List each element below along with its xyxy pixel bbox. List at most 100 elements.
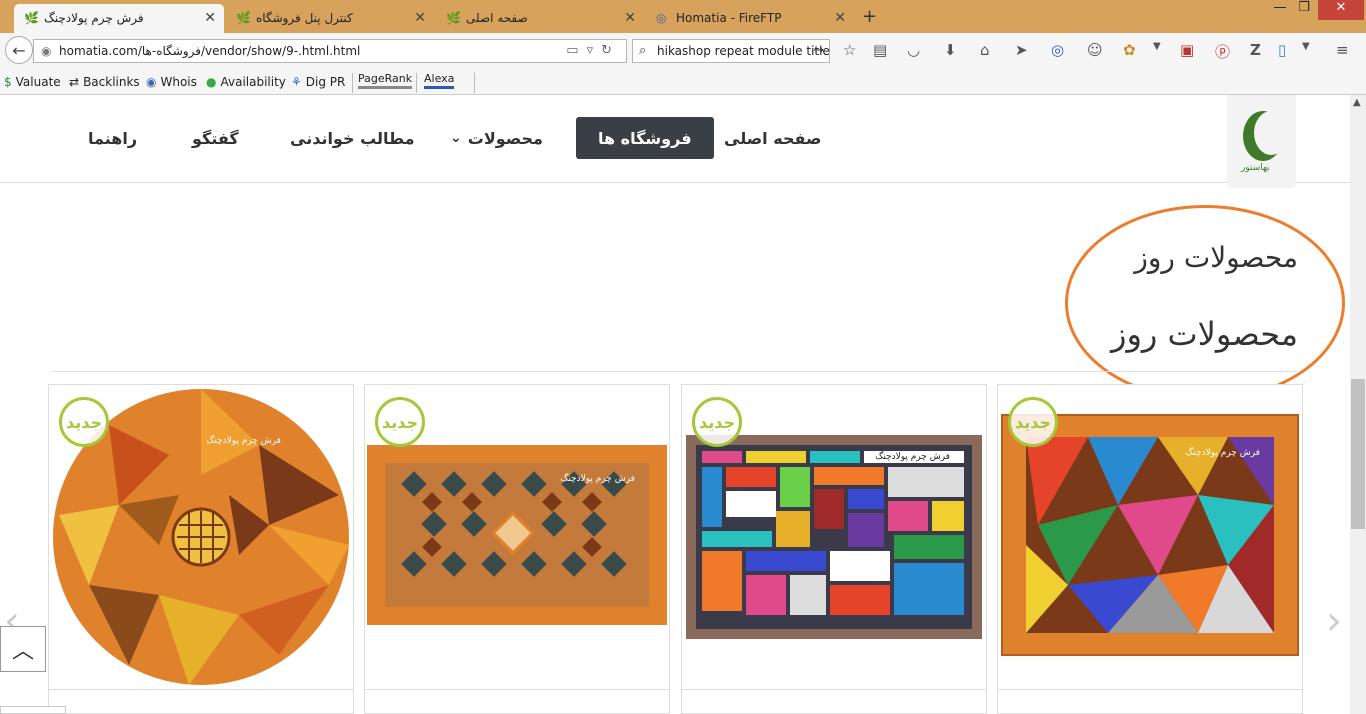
close-window-button[interactable]: ✕ (1318, 0, 1364, 20)
alexa-widget[interactable]: Alexa (424, 72, 455, 89)
chevron-down-icon: ⌄ (450, 130, 462, 146)
close-tab-icon[interactable]: ✕ (834, 10, 846, 26)
addon-icon[interactable]: ▣ (1180, 41, 1194, 59)
tab-control-panel[interactable]: 🌿 کنترل پنل فروشگاه ✕ (226, 4, 434, 33)
search-green-icon: ● (206, 75, 217, 89)
chevron-up-icon: ︿ (11, 639, 34, 664)
product-card[interactable]: جدید فرش چرم پولادچنگ (48, 384, 354, 714)
logo-text: بهاستور (1241, 163, 1270, 173)
fireftp-icon[interactable]: ◎ (1051, 41, 1064, 59)
reader-view-icon[interactable]: ▭ (566, 43, 586, 58)
carousel-next-arrow-icon[interactable]: › (1326, 598, 1342, 644)
bookmark-availability[interactable]: ● Availability (206, 75, 286, 89)
tab-active[interactable]: 🌿 فرش چرم پولادچنگ ✕ (14, 4, 224, 33)
menu-chat[interactable]: گفتگو (170, 117, 261, 159)
bookmark-label: Backlinks (83, 75, 140, 89)
bookmark-separator (352, 73, 353, 93)
bookmark-separator (474, 73, 475, 93)
close-tab-icon[interactable]: ✕ (204, 10, 216, 26)
globe-icon: ◉ (146, 75, 157, 89)
bookmark-separator (416, 73, 417, 93)
tab-title: کنترل پنل فروشگاه (256, 11, 353, 25)
tab-home[interactable]: 🌿 صفحه اصلی ✕ (436, 4, 644, 33)
search-icon: ⌕ (639, 43, 647, 58)
hamburger-menu-icon[interactable]: ≡ (1336, 41, 1349, 59)
bookmark-dig-pr[interactable]: ⚘ Dig PR (291, 75, 345, 89)
tab-title: فرش چرم پولادچنگ (44, 11, 144, 25)
bookmark-whois[interactable]: ◉ Whois (146, 75, 197, 89)
tab-fireftp[interactable]: ◎ Homatia - FireFTP ✕ (646, 4, 854, 33)
card-footer-divider (365, 689, 669, 690)
zotero-icon[interactable]: Z (1250, 41, 1261, 59)
new-badge: جدید (375, 397, 425, 447)
rug-watermark: فرش چرم پولادچنگ (206, 434, 281, 446)
bookmark-star-icon[interactable]: ☆ (843, 41, 856, 59)
url-actions: ▭▿↻ (566, 43, 620, 58)
web-page: بهاستور صفحه اصلی فروشگاه ها محصولات ⌄ مط… (0, 95, 1350, 714)
rug-watermark: فرش چرم پولادچنگ (875, 450, 950, 462)
bookmark-backlinks[interactable]: ⇄ Backlinks (69, 75, 140, 89)
leaf-favicon-icon: 🌿 (24, 11, 39, 25)
scroll-to-top-button[interactable]: ︿ (0, 626, 46, 672)
rug-watermark: فرش چرم پولادچنگ (1185, 446, 1260, 458)
scrollbar-thumb[interactable] (1351, 379, 1365, 529)
product-card[interactable]: جدید فرش چرم پولادچنگ (364, 384, 670, 714)
product-card[interactable]: جدید فرش چرم پولادچنگ (997, 384, 1303, 714)
url-text[interactable]: homatia.com/فروشگاه-ها/vendor/show/9-.ht… (59, 44, 360, 58)
url-bar[interactable]: ◉ homatia.com/فروشگاه-ها/vendor/show/9-.… (33, 39, 627, 63)
menu-articles[interactable]: مطالب خواندنی (268, 117, 437, 159)
page-icon[interactable]: ▯ (1278, 41, 1286, 59)
scroll-up-arrow-icon[interactable]: ▲ (1353, 97, 1361, 108)
bookmarks-toolbar (0, 69, 1366, 95)
dropdown-arrow-icon[interactable]: ▿ (587, 43, 602, 58)
vertical-scrollbar[interactable]: ▲ (1350, 95, 1366, 714)
menu-label: راهنما (88, 128, 138, 148)
page-menu-icon[interactable]: ▼ (1302, 41, 1310, 52)
rug-watermark: فرش چرم پولادچنگ (560, 472, 635, 484)
reload-icon[interactable]: ↻ (601, 43, 620, 58)
send-icon[interactable]: ➤ (1015, 41, 1028, 59)
back-arrow-icon: ← (12, 40, 26, 60)
dollar-icon: $ (4, 75, 12, 89)
globe-icon: ◉ (41, 44, 52, 58)
bookmark-label: Whois (160, 75, 197, 89)
pocket-icon[interactable]: ◡ (907, 41, 920, 59)
new-badge: جدید (59, 397, 109, 447)
search-go-icon[interactable]: → (813, 43, 824, 58)
search-input[interactable]: hikashop repeat module title (657, 44, 830, 58)
menu-products[interactable]: محصولات ⌄ (428, 117, 565, 159)
leaf-favicon-icon: 🌿 (236, 11, 251, 25)
exchange-icon: ⇄ (69, 75, 80, 89)
tab-title: صفحه اصلی (466, 11, 528, 25)
menu-home[interactable]: صفحه اصلی (702, 117, 843, 159)
back-button[interactable]: ← (5, 36, 33, 64)
bookmark-label: Dig PR (305, 75, 346, 89)
product-card[interactable]: جدید فرش چرم پولادچنگ (681, 384, 987, 714)
home-icon[interactable]: ⌂ (980, 41, 990, 59)
menu-label: مطالب خواندنی (290, 128, 415, 148)
card-footer-divider (49, 689, 353, 690)
logo-crescent-shape (1254, 111, 1288, 155)
pinterest-icon[interactable]: ⓟ (1215, 41, 1230, 62)
card-footer-divider (682, 689, 986, 690)
search-bar[interactable]: ⌕ hikashop repeat module title → (632, 39, 830, 63)
bookmark-valuate[interactable]: $ Valuate (4, 75, 61, 89)
restore-button[interactable]: ❐ (1292, 0, 1316, 20)
bookmarks-list-icon[interactable]: ▤ (873, 41, 887, 59)
site-logo[interactable]: بهاستور (1227, 95, 1296, 188)
close-tab-icon[interactable]: ✕ (414, 10, 426, 26)
status-bar (0, 706, 66, 714)
new-badge: جدید (692, 397, 742, 447)
pagerank-widget[interactable]: PageRank (358, 72, 413, 89)
extension-icon[interactable]: ✿ (1123, 41, 1136, 59)
minimize-button[interactable]: — (1268, 0, 1292, 20)
extension-menu-icon[interactable]: ▼ (1153, 41, 1161, 52)
close-tab-icon[interactable]: ✕ (624, 10, 636, 26)
menu-help[interactable]: راهنما (66, 117, 159, 159)
new-tab-button[interactable]: + (862, 6, 877, 27)
menu-label: فروشگاه ها (598, 128, 692, 148)
menu-stores[interactable]: فروشگاه ها (576, 117, 714, 159)
download-icon[interactable]: ⬇ (944, 41, 957, 59)
chat-icon[interactable]: ☺ (1087, 41, 1103, 59)
card-footer-divider (998, 689, 1302, 690)
